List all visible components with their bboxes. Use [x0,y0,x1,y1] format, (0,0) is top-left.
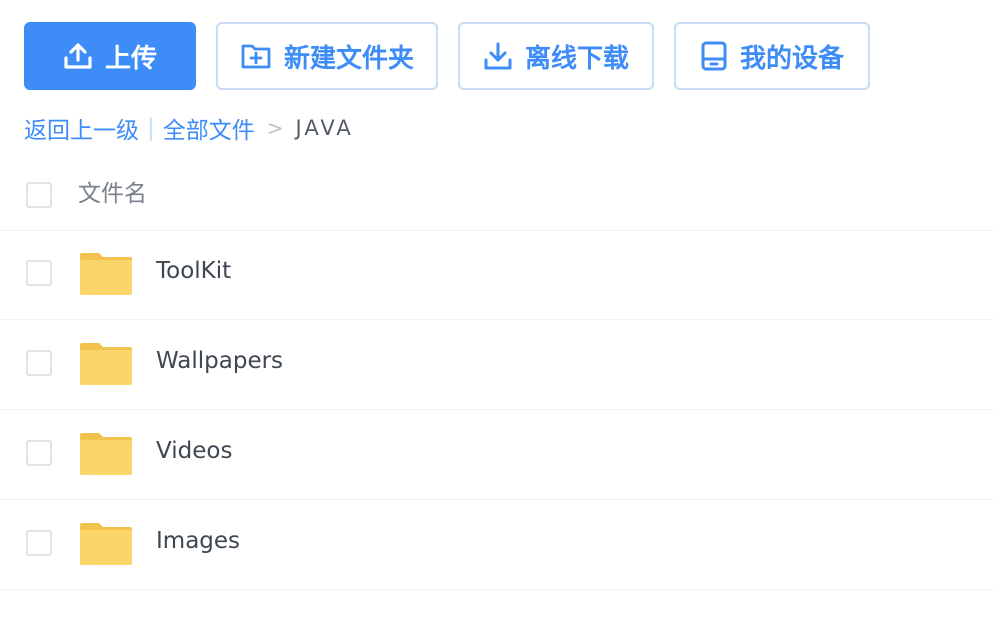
row-checkbox[interactable] [26,350,52,376]
my-device-button[interactable]: 我的设备 [674,22,870,90]
upload-icon [63,42,93,70]
back-link[interactable]: 返回上一级 [24,111,139,145]
folder-icon [80,343,132,385]
folder-plus-icon [240,41,272,71]
row-checkbox[interactable] [26,530,52,556]
all-files-link[interactable]: 全部文件 [163,111,255,145]
file-row[interactable]: Images [0,500,994,590]
folder-icon [80,433,132,475]
file-name[interactable]: ToolKit [156,258,231,284]
row-checkbox[interactable] [26,260,52,286]
toolbar: 上传 新建文件夹 离线下载 我的设备 [24,22,870,90]
file-row[interactable]: ToolKit [0,230,994,320]
file-name[interactable]: Wallpapers [156,348,283,374]
select-all-checkbox[interactable] [26,182,52,208]
file-list-header: 文件名 [0,170,994,231]
breadcrumb-arrow: > [266,116,284,140]
folder-icon [80,523,132,565]
breadcrumb-current: JAVA [295,116,354,140]
new-folder-label: 新建文件夹 [283,43,414,74]
file-manager-page: 上传 新建文件夹 离线下载 我的设备 返回上一级 | 全部文件 > JAVA 文… [0,0,994,642]
breadcrumb: 返回上一级 | 全部文件 > JAVA [24,112,354,144]
upload-label: 上传 [104,43,157,74]
offline-download-button[interactable]: 离线下载 [458,22,654,90]
download-icon [483,41,513,71]
breadcrumb-divider: | [147,115,155,141]
file-row[interactable]: Videos [0,410,994,500]
filename-column-header: 文件名 [78,181,147,207]
file-name[interactable]: Videos [156,438,232,464]
new-folder-button[interactable]: 新建文件夹 [216,22,438,90]
file-row[interactable]: Wallpapers [0,320,994,410]
folder-icon [80,253,132,295]
file-list: ToolKit Wallpapers Videos Images [0,230,994,590]
offline-download-label: 离线下载 [524,43,629,74]
device-icon [700,40,728,72]
file-name[interactable]: Images [156,528,240,554]
my-device-label: 我的设备 [739,43,844,74]
row-checkbox[interactable] [26,440,52,466]
upload-button[interactable]: 上传 [24,22,196,90]
